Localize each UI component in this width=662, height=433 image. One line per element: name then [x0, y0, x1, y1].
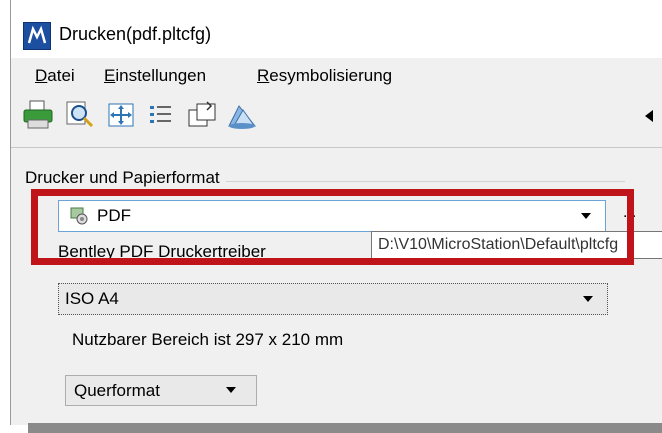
paper-size-value: ISO A4 [65, 289, 119, 308]
page-setup-icon[interactable] [185, 98, 219, 132]
toolbar-overflow-arrow-icon[interactable] [645, 110, 653, 122]
toolbar [11, 94, 662, 138]
group-label-printer-paper: Drucker und Papierformat [25, 168, 226, 188]
chevron-down-icon [583, 296, 593, 302]
menu-datei[interactable]: Datei [35, 66, 75, 86]
list-icon[interactable] [144, 98, 178, 132]
menu-bar: Datei Einstellungen Resymbolisierung [11, 58, 662, 92]
menu-einstellungen[interactable]: Einstellungen [104, 66, 206, 86]
microstation-logo-icon [23, 22, 51, 50]
printer-icon[interactable] [21, 98, 55, 132]
title-bar: Drucken(pdf.pltcfg) [11, 0, 662, 58]
print-preview-icon[interactable] [63, 98, 97, 132]
chevron-down-icon [226, 387, 236, 393]
bottom-bar [28, 423, 662, 433]
fit-extent-icon[interactable] [104, 98, 138, 132]
separator [11, 147, 662, 148]
orientation-value: Querformat [74, 381, 160, 400]
orientation-select[interactable]: Querformat [65, 375, 257, 406]
paper-size-select[interactable]: ISO A4 [58, 283, 608, 315]
highlight-annotation [31, 189, 634, 265]
pen-table-icon[interactable] [225, 98, 259, 132]
menu-resymbolisierung[interactable]: Resymbolisierung [257, 66, 392, 86]
print-dialog-window: Drucken(pdf.pltcfg) Datei Einstellungen … [10, 0, 662, 425]
usable-area-text: Nutzbarer Bereich ist 297 x 210 mm [72, 330, 344, 349]
window-title: Drucken(pdf.pltcfg) [59, 24, 212, 44]
